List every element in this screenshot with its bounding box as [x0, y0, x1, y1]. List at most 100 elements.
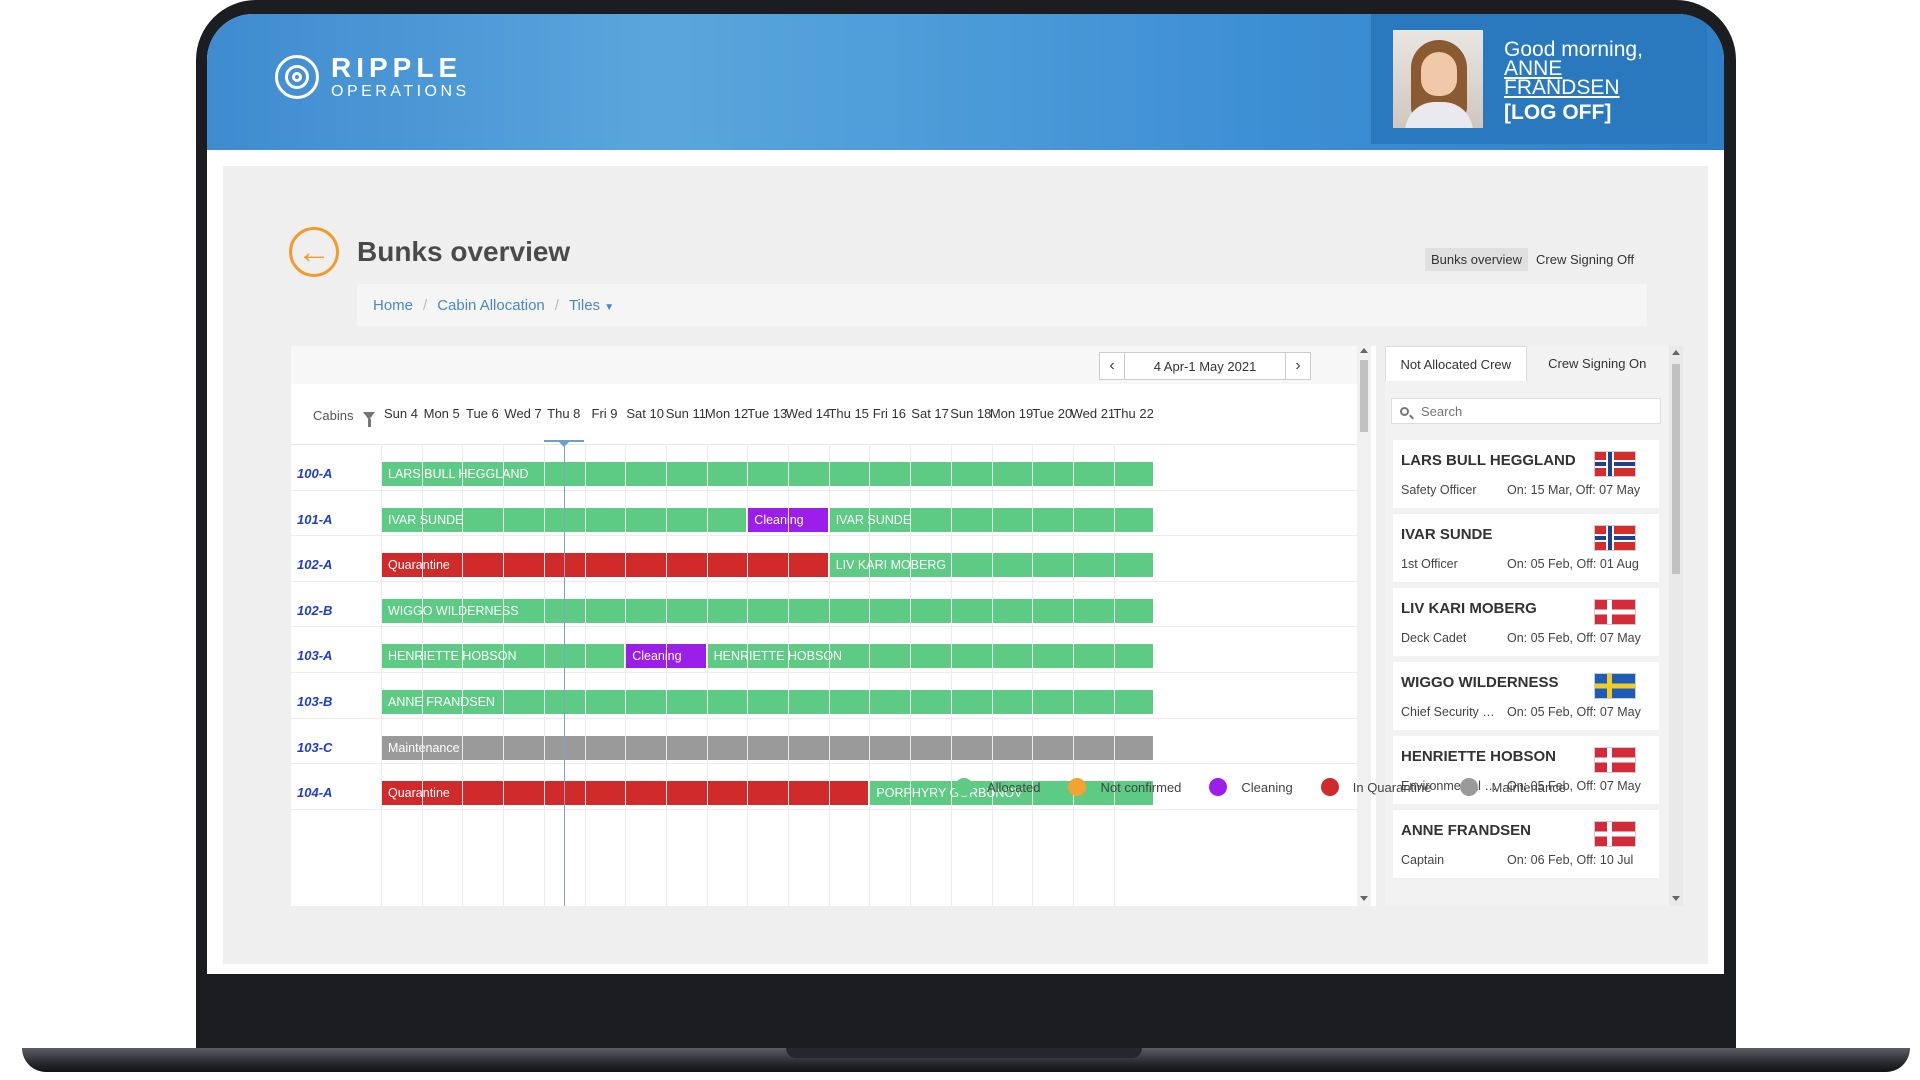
day-header: Thu 22	[1113, 406, 1154, 421]
cabin-name[interactable]: 102-A	[297, 557, 332, 572]
tab-crew-signing-on[interactable]: Crew Signing On	[1527, 346, 1669, 380]
app-header: RIPPLE OPERATIONS Good morning, ANNE FRA…	[207, 14, 1724, 150]
cabins-label: Cabins	[313, 408, 354, 423]
cabin-name[interactable]: 103-B	[297, 694, 332, 709]
link-bunks-overview[interactable]: Bunks overview	[1425, 248, 1529, 271]
legend-dot-icon	[1209, 778, 1228, 796]
today-line	[564, 444, 566, 906]
cabin-name[interactable]: 102-B	[297, 603, 332, 618]
grid-line	[625, 444, 627, 906]
crew-scrollbar[interactable]	[1669, 346, 1683, 906]
legend-item-cleaning: Cleaning	[1209, 778, 1293, 796]
laptop-notch	[786, 1048, 1142, 1058]
allocation-bar-allocated[interactable]: HENRIETTE HOBSON	[706, 644, 1154, 669]
allocation-bar-allocated[interactable]: WIGGO WILDERNESS	[381, 598, 1154, 623]
grid-line	[421, 444, 423, 906]
next-range-button[interactable]: ›	[1286, 353, 1310, 379]
allocation-bar-allocated[interactable]: ANNE FRANDSEN	[381, 690, 1154, 714]
crew-name: LIV KARI MOBERG	[1401, 600, 1537, 617]
crew-search-box	[1391, 398, 1661, 424]
legend-label: Not confirmed	[1100, 779, 1182, 795]
denmark-flag-icon	[1595, 822, 1635, 846]
breadcrumb-tiles[interactable]: Tiles ▼	[569, 297, 614, 314]
allocation-bar-allocated[interactable]: LARS BULL HEGGLAND	[381, 462, 1154, 486]
cabin-row: 100-A LARS BULL HEGGLAND	[291, 444, 1357, 491]
crew-name: IVAR SUNDE	[1401, 526, 1493, 543]
cabins-header: Cabins	[313, 408, 376, 427]
crew-role: Captain	[1401, 853, 1445, 867]
crew-card[interactable]: LIV KARI MOBERG Deck Cadet On: 05 Feb, Off…	[1393, 588, 1659, 656]
cabin-name[interactable]: 103-C	[297, 740, 332, 755]
legend-label: Allocated	[987, 779, 1041, 795]
screen-bottom-bezel	[207, 974, 1724, 1006]
denmark-flag-icon	[1595, 748, 1635, 772]
crew-role: Deck Cadet	[1401, 631, 1467, 645]
breadcrumb-cabin-allocation[interactable]: Cabin Allocation	[437, 297, 545, 314]
grid-line	[381, 444, 382, 906]
cabin-name[interactable]: 104-A	[297, 785, 332, 800]
legend-item-quarantine: In Quarantine	[1320, 778, 1432, 796]
scroll-down-icon[interactable]	[1360, 896, 1368, 901]
crew-role: Chief Security Officer	[1401, 705, 1501, 719]
cabin-name[interactable]: 100-A	[297, 466, 332, 481]
avatar	[1393, 30, 1483, 128]
tab-not-allocated-crew[interactable]: Not Allocated Crew	[1385, 346, 1527, 381]
grid-line	[950, 444, 952, 906]
breadcrumb-home[interactable]: Home	[373, 297, 413, 314]
cabin-row: 101-A IVAR SUNDE Cleaning IVAR SUNDE	[291, 490, 1357, 537]
app-logo[interactable]: RIPPLE OPERATIONS	[275, 54, 470, 100]
scroll-thumb[interactable]	[1360, 360, 1368, 432]
grid-line	[462, 444, 464, 906]
cabin-row: 102-B WIGGO WILDERNESS	[291, 581, 1357, 628]
date-range-label[interactable]: 4 Apr-1 May 2021	[1124, 353, 1286, 379]
page-title: Bunks overview	[357, 236, 571, 267]
crew-name: HENRIETTE HOBSON	[1401, 748, 1557, 765]
cabin-row: 103-C Maintenance	[291, 718, 1357, 765]
legend-dot-icon	[1068, 778, 1087, 796]
cabin-row: 103-B ANNE FRANDSEN	[291, 672, 1357, 719]
ripple-logo-icon	[275, 55, 319, 99]
user-box: Good morning, ANNE FRANDSEN [LOG OFF]	[1371, 14, 1707, 144]
scroll-down-icon[interactable]	[1672, 896, 1680, 901]
scroll-thumb[interactable]	[1672, 364, 1680, 574]
grid-line	[706, 444, 708, 906]
legend-label: Cleaning	[1241, 779, 1293, 795]
grid-line	[543, 444, 545, 906]
crew-card[interactable]: LARS BULL HEGGLAND Safety Officer On: 15 M…	[1393, 440, 1659, 508]
logo-subtitle: OPERATIONS	[331, 83, 470, 100]
legend-dot-icon	[955, 778, 973, 796]
breadcrumb-separator: /	[554, 296, 559, 314]
calendar-toolbar: ‹ 4 Apr-1 May 2021 ›	[291, 346, 1357, 384]
cabin-name[interactable]: 103-A	[297, 648, 332, 663]
user-last-name[interactable]: FRANDSEN	[1504, 77, 1643, 98]
crew-role: 1st Officer	[1401, 557, 1458, 571]
grid-line	[910, 444, 912, 906]
grid-line	[828, 444, 830, 906]
breadcrumb: Home / Cabin Allocation / Tiles ▼	[357, 284, 1647, 326]
denmark-flag-icon	[1595, 600, 1635, 624]
allocation-bar-quarantine[interactable]: Quarantine	[381, 553, 828, 578]
scroll-up-icon[interactable]	[1672, 350, 1680, 355]
calendar-header: Cabins Sun 4 Mon 5 Tue 6 Wed 7 Thu 8 Fri 9 Sat…	[291, 384, 1357, 445]
allocation-bar-maintenance[interactable]: Maintenance	[381, 735, 1154, 760]
calendar-scrollbar[interactable]	[1357, 346, 1371, 906]
grid-line	[991, 444, 993, 906]
legend-item-not_confirmed: Not confirmed	[1068, 778, 1181, 796]
search-icon	[1400, 406, 1409, 416]
link-crew-signing-off[interactable]: Crew Signing Off	[1530, 248, 1640, 271]
logoff-link[interactable]: [LOG OFF]	[1504, 102, 1643, 123]
norway-flag-icon	[1595, 526, 1635, 550]
legend-label: Maintenance	[1491, 779, 1566, 795]
cabin-name[interactable]: 101-A	[297, 512, 332, 527]
crew-card[interactable]: ANNE FRANDSEN Captain On: 06 Feb, Off: 10 …	[1393, 810, 1659, 878]
filter-icon[interactable]	[363, 411, 376, 427]
crew-card[interactable]: IVAR SUNDE 1st Officer On: 05 Feb, Off: 01…	[1393, 514, 1659, 582]
grid-line	[1032, 444, 1034, 906]
crew-card[interactable]: WIGGO WILDERNESS Chief Security Officer On…	[1393, 662, 1659, 730]
greeting: Good morning, ANNE FRANDSEN [LOG OFF]	[1504, 39, 1643, 123]
back-arrow-icon[interactable]: ←	[289, 227, 339, 277]
crew-search-input[interactable]	[1419, 402, 1643, 420]
prev-range-button[interactable]: ‹	[1100, 353, 1124, 379]
grid-line	[665, 444, 667, 906]
scroll-up-icon[interactable]	[1360, 348, 1368, 353]
